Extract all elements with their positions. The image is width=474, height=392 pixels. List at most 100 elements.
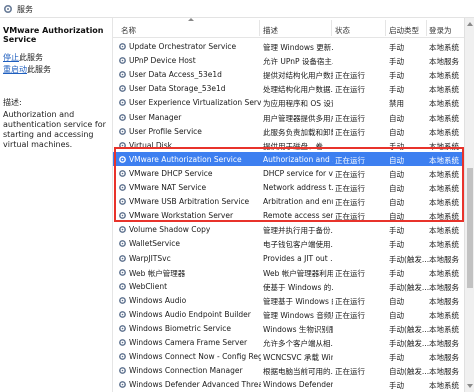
column-header-description[interactable]: 描述 <box>263 25 278 36</box>
service-logon-as: 本地服务 <box>429 254 459 264</box>
service-name: User Data Storage_53e1d <box>129 84 226 94</box>
services-list[interactable]: 名称 描述 状态 启动类型 登录为 Update Orchestrator Se… <box>112 18 464 392</box>
scroll-up-arrow-icon[interactable] <box>467 22 473 26</box>
service-row[interactable]: VMware NAT Service Network address t... 正在… <box>113 180 464 194</box>
title-bar: 服务 <box>0 0 474 18</box>
column-header-status[interactable]: 状态 <box>335 25 350 36</box>
column-separator[interactable] <box>385 20 386 36</box>
service-desc: Web 帐户管理器利用... <box>263 268 333 278</box>
service-logon-as: 本地服务 <box>429 296 459 306</box>
service-gear-icon <box>119 71 126 79</box>
service-row[interactable]: User Data Access_53e1d 提供对结构化用户数据...正在运行 手… <box>113 67 464 81</box>
service-row[interactable]: VMware Authorization Service Authorizatio… <box>113 151 464 166</box>
service-logon-as: 本地服务 <box>429 353 459 363</box>
scroll-down-arrow-icon[interactable] <box>467 384 473 388</box>
service-row[interactable]: Windows Audio 管理基于 Windows 的...正在运行 自动 本地服务 <box>113 293 464 307</box>
service-row[interactable]: UPnP Device Host 允许 UPnP 设备宿主... 手动 本地服务 <box>113 53 464 67</box>
vertical-scrollbar[interactable] <box>464 18 474 392</box>
window-title: 服务 <box>17 5 33 14</box>
services-gear-icon <box>3 4 13 14</box>
service-gear-icon <box>119 310 126 318</box>
service-row[interactable]: Windows Biometric Service Windows 生物识别服..… <box>113 321 464 335</box>
service-gear-icon <box>119 198 126 206</box>
restart-link[interactable]: 重启动 <box>3 65 27 74</box>
service-row[interactable]: Windows Connect Now - Config RegistrarWC… <box>113 349 464 363</box>
service-startup-type: 手动 <box>389 43 404 52</box>
scroll-thumb[interactable] <box>467 168 473 288</box>
restart-link-suffix: 此服务 <box>27 65 51 74</box>
service-row[interactable]: VMware DHCP Service DHCP service for vi..… <box>113 166 464 180</box>
restart-service-action[interactable]: 重启动此服务 <box>3 64 51 75</box>
service-row[interactable]: User Data Storage_53e1d 处理结构化用户数据... 正在运行 手… <box>113 81 464 95</box>
column-separator[interactable] <box>259 20 260 36</box>
service-logon-as: 本地系统 <box>429 155 459 165</box>
service-row[interactable]: Windows Camera Frame Server 允许多个客户端从相... 手… <box>113 335 464 349</box>
service-row[interactable]: Windows Defender Advanced Threat P...Win… <box>113 377 464 391</box>
service-name: WalletService <box>129 239 180 249</box>
service-gear-icon <box>119 296 126 304</box>
service-gear-icon <box>119 113 126 121</box>
service-description: Authorization and authentication service… <box>3 110 106 149</box>
service-gear-icon <box>119 99 126 107</box>
service-startup-type: 自动 <box>389 310 404 320</box>
service-startup-type: 自动 <box>389 184 404 193</box>
service-row[interactable]: Virtual Disk 提供用于磁盘、卷... 手动 本地系统 <box>113 138 464 152</box>
service-logon-as: 本地系统 <box>429 71 459 81</box>
service-name: VMware Authorization Service <box>129 154 242 164</box>
service-startup-type: 手动(触发... <box>389 254 429 264</box>
service-name: User Manager <box>129 112 182 122</box>
service-desc: 此服务负责加载和卸载... <box>263 127 333 137</box>
service-row[interactable]: User Manager 用户管理器提供多用户...正在运行 自动 本地系统 <box>113 110 464 124</box>
service-gear-icon <box>119 155 126 163</box>
service-status: 正在运行 <box>335 169 365 179</box>
column-separator[interactable] <box>331 20 332 36</box>
selected-service-title: VMware Authorization Service <box>3 26 104 44</box>
description-pane: VMware Authorization Service 停止此服务 重启动此服… <box>0 18 112 392</box>
service-desc: 用户管理器提供多用户... <box>263 113 333 123</box>
column-separator[interactable] <box>426 20 427 36</box>
service-row[interactable]: VMware Workstation Server Remote access s… <box>113 208 464 222</box>
service-row[interactable]: Windows Connection Manager 根据电脑当前可用的... 正在… <box>113 363 464 377</box>
service-name: VMware USB Arbitration Service <box>129 197 250 207</box>
column-header-name[interactable]: 名称 <box>121 25 136 36</box>
service-desc: 管理 Windows 音频服... <box>263 310 333 320</box>
service-row[interactable]: WalletService 电子钱包客户端使用... 手动 本地系统 <box>113 236 464 250</box>
service-logon-as: 本地系统 <box>429 127 459 137</box>
sort-indicator-icon <box>188 18 194 21</box>
service-logon-as: 本地系统 <box>429 381 459 391</box>
service-name: Windows Defender Advanced Threat P... <box>129 380 261 390</box>
service-gear-icon <box>119 127 126 135</box>
service-logon-as: 本地系统 <box>429 141 459 151</box>
service-desc: Arbitration and enu... <box>263 197 333 207</box>
service-desc: 管理 Windows 更新... <box>263 43 333 52</box>
stop-service-action[interactable]: 停止此服务 <box>3 52 43 63</box>
stop-link[interactable]: 停止 <box>3 53 19 62</box>
service-name: VMware Workstation Server <box>129 211 234 221</box>
service-name: WebClient <box>129 281 168 291</box>
service-startup-type: 禁用 <box>389 99 404 109</box>
service-name: Web 帐户管理器 <box>129 268 186 278</box>
column-header-logon[interactable]: 登录为 <box>429 25 452 36</box>
service-name: Virtual Disk <box>129 140 173 150</box>
service-name: User Experience Virtualization Service <box>129 98 261 108</box>
service-row[interactable]: Web 帐户管理器 Web 帐户管理器利用...正在运行 手动 本地系统 <box>113 265 464 279</box>
service-logon-as: 本地服务 <box>429 282 459 292</box>
service-gear-icon <box>119 57 126 65</box>
service-startup-type: 手动 <box>389 268 404 278</box>
service-row[interactable]: User Profile Service 此服务负责加载和卸载...正在运行 自动 本… <box>113 124 464 138</box>
service-row[interactable]: Update Orchestrator Service 管理 Windows 更新… <box>113 39 464 53</box>
column-header-startup[interactable]: 启动类型 <box>389 25 419 36</box>
service-row[interactable]: VMware USB Arbitration Service Arbitratio… <box>113 194 464 208</box>
service-row[interactable]: WarpJITSvc Provides a JIT out ... 手动(触发...… <box>113 251 464 265</box>
service-desc: 提供用于磁盘、卷... <box>263 141 331 151</box>
service-name: Windows Audio Endpoint Builder <box>129 309 251 319</box>
service-row[interactable]: User Experience Virtualization Service 为应… <box>113 95 464 109</box>
service-startup-type: 手动(触发... <box>389 325 429 334</box>
service-row[interactable]: WebClient 使基于 Windows 的... 手动(触发... 本地服务 <box>113 279 464 293</box>
service-desc: WCNCSVC 承载 Wind... <box>263 353 333 363</box>
service-startup-type: 自动 <box>389 198 404 208</box>
service-row[interactable]: Windows Audio Endpoint Builder 管理 Windows… <box>113 307 464 321</box>
service-desc: 允许多个客户端从相... <box>263 339 333 349</box>
service-startup-type: 自动 <box>389 296 404 306</box>
service-row[interactable]: Volume Shadow Copy 管理并执行用于备份... 手动 本地系统 <box>113 222 464 236</box>
